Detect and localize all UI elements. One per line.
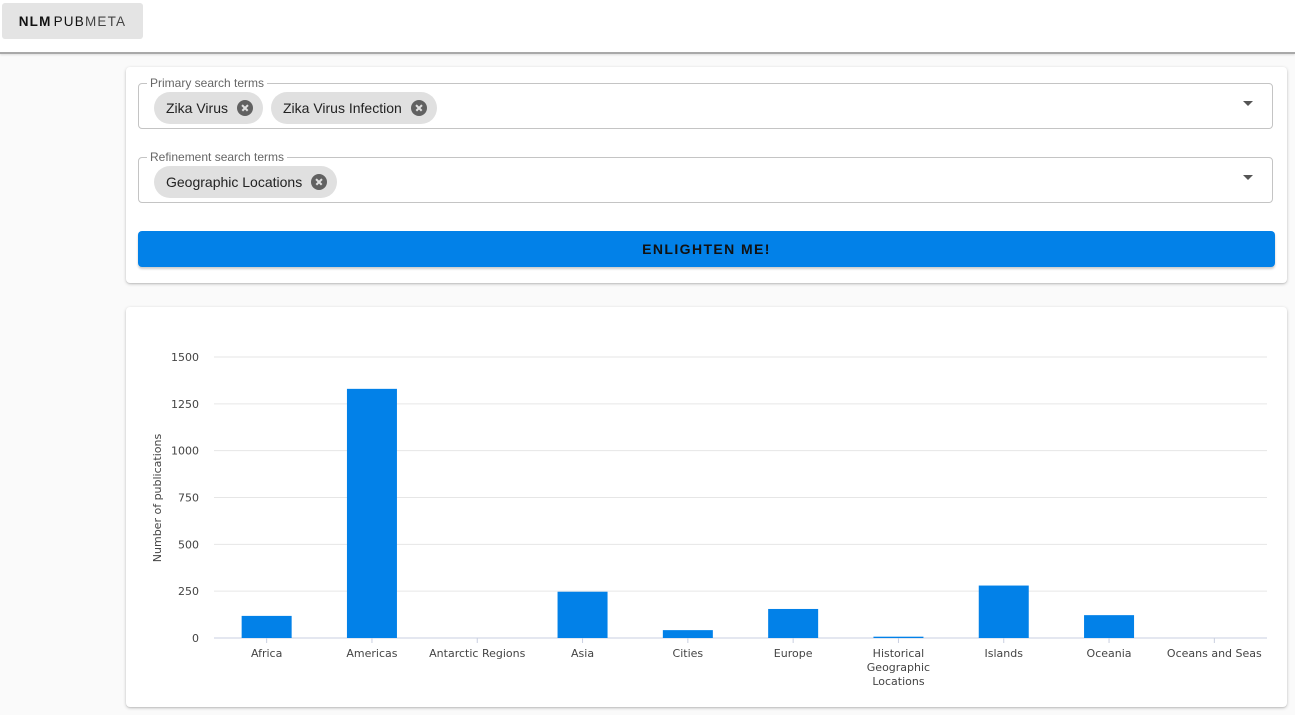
bar <box>557 591 608 638</box>
logo-text-nlm: NLM <box>18 13 52 29</box>
chip-geographic-locations: Geographic Locations <box>154 166 338 198</box>
x-tick-label: Africa <box>251 647 282 660</box>
y-tick-label: 750 <box>178 492 199 505</box>
bar <box>873 636 924 638</box>
refinement-chip-list: Geographic Locations <box>154 166 338 198</box>
x-tick-label: Antarctic Regions <box>429 647 525 660</box>
refinement-search-label: Refinement search terms <box>147 150 288 164</box>
y-tick-label: 500 <box>178 538 199 551</box>
logo-text-meta: META <box>84 13 127 29</box>
chip-remove-icon[interactable] <box>311 174 328 190</box>
x-tick-label: Historical Geographic Locations <box>867 647 930 688</box>
bar <box>346 388 397 638</box>
x-tick-label: Cities <box>673 647 704 660</box>
x-tick-label: Europe <box>774 647 813 660</box>
y-tick-label: 0 <box>192 632 199 645</box>
chip-label: Zika Virus Infection <box>282 100 402 116</box>
logo-text-pub: PUB <box>53 13 85 29</box>
enlighten-me-button[interactable]: ENLIGHTEN ME! <box>138 231 1275 267</box>
y-tick-label: 1500 <box>171 351 199 364</box>
bar <box>978 585 1029 638</box>
bar <box>1084 615 1135 638</box>
refinement-search-field[interactable]: Refinement search terms Geographic Locat… <box>138 150 1273 203</box>
chip-label: Zika Virus <box>166 100 228 116</box>
y-tick-label: 250 <box>178 585 199 598</box>
x-tick-label: Oceans and Seas <box>1167 647 1262 660</box>
chart-card: 0 250 500 750 1000 1250 1500 Africa Americas Ant… <box>126 307 1287 707</box>
x-tick-label: Islands <box>985 647 1024 660</box>
chip-zika-virus: Zika Virus <box>154 92 263 124</box>
chip-remove-icon[interactable] <box>236 100 253 116</box>
chip-zika-virus-infection: Zika Virus Infection <box>270 92 437 124</box>
publications-bar-chart: 0 250 500 750 1000 1250 1500 Africa Americas Ant… <box>151 351 1267 688</box>
x-tick-label: Americas <box>346 647 397 660</box>
search-card: Primary search terms Zika Virus Zika Vir… <box>126 67 1287 283</box>
x-axis-ticks: Africa Americas Antarctic Regions Asia Citie… <box>251 638 1262 688</box>
app-bar: NLM PUB META <box>0 0 1295 54</box>
dropdown-arrow-icon[interactable] <box>1243 101 1253 106</box>
bar <box>241 615 292 638</box>
x-tick-label: Asia <box>571 647 594 660</box>
chip-label: Geographic Locations <box>166 174 303 190</box>
chip-remove-icon[interactable] <box>410 100 427 116</box>
y-axis-label: Number of publications <box>151 434 164 563</box>
primary-search-label: Primary search terms <box>147 76 268 90</box>
chart-bars <box>241 388 1135 638</box>
y-axis-ticks: 0 250 500 750 1000 1250 1500 <box>171 351 199 645</box>
x-tick-label: Oceania <box>1087 647 1132 660</box>
bar <box>768 608 819 638</box>
primary-chip-list: Zika Virus Zika Virus Infection <box>154 92 437 124</box>
app-logo-button[interactable]: NLM PUB META <box>2 3 143 39</box>
dropdown-arrow-icon[interactable] <box>1243 175 1253 180</box>
bar <box>662 630 713 638</box>
y-tick-label: 1250 <box>171 398 199 411</box>
primary-search-field[interactable]: Primary search terms Zika Virus Zika Vir… <box>138 76 1273 129</box>
y-tick-label: 1000 <box>171 445 199 458</box>
